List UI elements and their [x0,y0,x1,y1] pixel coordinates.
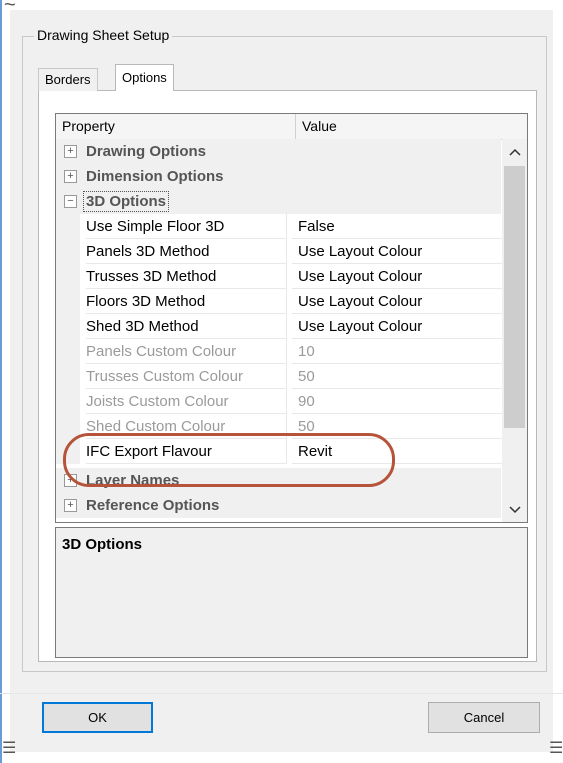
collapse-icon[interactable]: − [64,195,77,208]
chevron-down-icon[interactable] [502,497,527,522]
footer-separator [0,693,563,694]
property-name: Floors 3D Method [86,289,287,314]
row-gutter [56,389,80,414]
ok-button[interactable]: OK [42,702,153,733]
category-label: Dimension Options [86,168,224,185]
property-row-floors-3d-method[interactable]: Floors 3D Method Use Layout Colour [56,289,507,314]
property-row-shed-3d-method[interactable]: Shed 3D Method Use Layout Colour [56,314,507,339]
property-row-panels-3d-method[interactable]: Panels 3D Method Use Layout Colour [56,239,507,264]
scrollbar-thumb[interactable] [504,166,525,428]
row-gutter [56,214,80,239]
tab-options[interactable]: Options [115,64,174,91]
property-name: Panels Custom Colour [86,339,287,364]
property-value: 50 [292,364,507,389]
chevron-up-icon[interactable] [502,139,527,164]
property-value: 10 [292,339,507,364]
property-row-trusses-custom-colour: Trusses Custom Colour 50 [56,364,507,389]
property-row-joists-custom-colour: Joists Custom Colour 90 [56,389,507,414]
category-dimension-options[interactable]: + Dimension Options [56,164,501,189]
cancel-button[interactable]: Cancel [428,702,540,733]
category-label: 3D Options [83,191,170,212]
property-value: 90 [292,389,507,414]
property-name: Shed 3D Method [86,314,287,339]
row-gutter [56,339,80,364]
property-value[interactable]: Use Layout Colour [292,239,507,264]
property-name: Joists Custom Colour [86,389,287,414]
row-gutter [56,314,80,339]
property-value[interactable]: Use Layout Colour [292,289,507,314]
category-drawing-options[interactable]: + Drawing Options [56,139,501,164]
window-left-edge [0,0,2,763]
category-label: Reference Options [86,497,220,514]
property-row-panels-custom-colour: Panels Custom Colour 10 [56,339,507,364]
category-reference-options[interactable]: + Reference Options [56,493,501,518]
description-title: 3D Options [62,536,143,553]
annotation-highlight-ellipse [63,433,395,487]
property-value[interactable]: Use Layout Colour [292,264,507,289]
property-name: Use Simple Floor 3D [86,214,287,239]
property-row-use-simple-floor-3d[interactable]: Use Simple Floor 3D False [56,214,507,239]
expand-icon[interactable]: + [64,170,77,183]
category-3d-options[interactable]: − 3D Options [56,189,501,214]
description-panel: 3D Options [55,527,528,658]
row-gutter [56,264,80,289]
groupbox-title: Drawing Sheet Setup [34,27,173,43]
row-gutter [56,364,80,389]
property-name: Trusses 3D Method [86,264,287,289]
value-column-header: Value [296,114,527,140]
vertical-scrollbar[interactable] [502,139,527,522]
property-name: Trusses Custom Colour [86,364,287,389]
property-value[interactable]: False [292,214,507,239]
property-value[interactable]: Use Layout Colour [292,314,507,339]
property-column-header: Property [56,114,296,140]
expand-icon[interactable]: + [64,145,77,158]
expand-icon[interactable]: + [64,499,77,512]
tab-borders[interactable]: Borders [38,68,98,91]
property-name: Panels 3D Method [86,239,287,264]
left-grip-icon[interactable]: ☰ [2,738,16,758]
row-gutter [56,289,80,314]
row-gutter [56,239,80,264]
right-grip-icon[interactable]: ☰ [549,738,563,758]
category-label: Drawing Options [86,143,206,160]
property-row-trusses-3d-method[interactable]: Trusses 3D Method Use Layout Colour [56,264,507,289]
